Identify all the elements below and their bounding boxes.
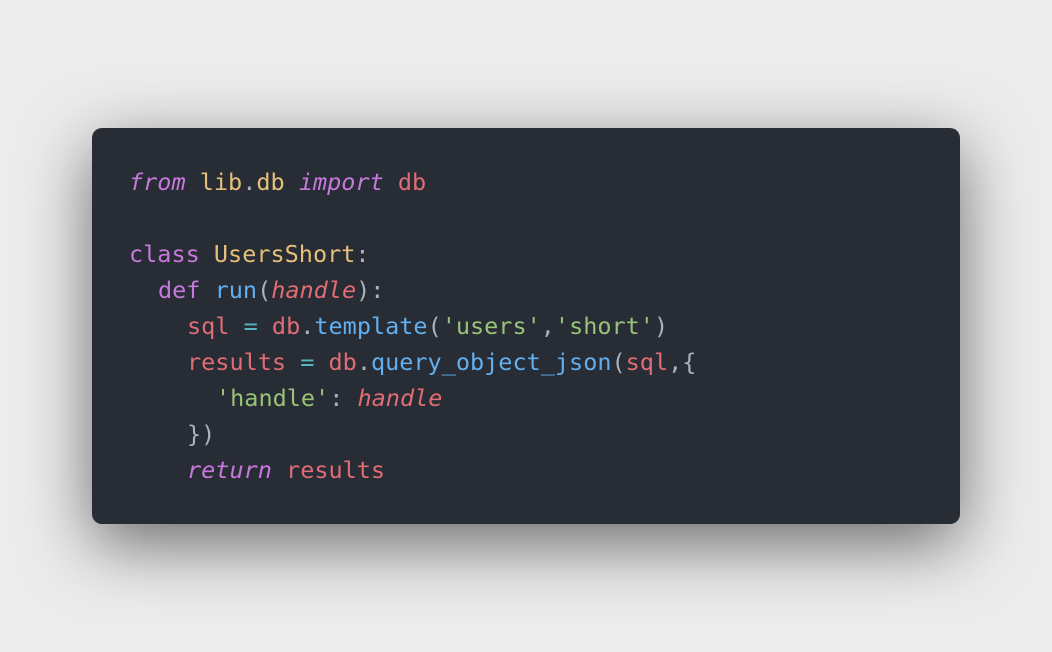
handle-value: handle <box>357 384 443 412</box>
code-line-4: def run(handle): <box>129 272 696 308</box>
variable-results: results <box>187 348 287 376</box>
module-name: lib <box>199 168 243 196</box>
method-query-object-json: query_object_json <box>370 348 612 376</box>
colon: : <box>329 384 344 412</box>
dot: . <box>242 168 257 196</box>
close-paren: ): <box>356 276 385 304</box>
code-line-3: class UsersShort: <box>129 236 696 272</box>
comma: , <box>540 312 555 340</box>
argument-sql: sql <box>625 348 669 376</box>
keyword-return: return <box>187 456 272 484</box>
variable-sql: sql <box>187 312 230 340</box>
code-line-7: 'handle': handle <box>129 380 696 416</box>
string-handle-key: 'handle' <box>216 384 330 412</box>
object-db: db <box>328 348 357 376</box>
close-paren: ) <box>653 312 669 340</box>
keyword-def: def <box>158 276 201 304</box>
code-line-9: return results <box>129 452 696 488</box>
colon: : <box>355 240 370 268</box>
method-template: template <box>314 312 428 340</box>
object-db: db <box>271 312 301 340</box>
code-line-6: results = db.query_object_json(sql,{ <box>129 344 696 380</box>
open-paren: ( <box>257 276 272 304</box>
keyword-from: from <box>129 168 186 196</box>
code-line-8: }) <box>129 416 696 452</box>
assign-operator: = <box>300 348 315 376</box>
open-paren: ( <box>611 348 626 376</box>
comma-brace: ,{ <box>668 348 697 376</box>
code-line-1: from lib.db import db <box>129 164 696 200</box>
assign-operator: = <box>243 312 258 340</box>
return-value: results <box>286 456 386 484</box>
class-name: UsersShort <box>213 240 356 268</box>
parameter: handle <box>271 276 357 304</box>
dot: . <box>356 348 371 376</box>
string-short: 'short' <box>554 312 654 340</box>
code-line-5: sql = db.template('users','short') <box>129 308 696 344</box>
imported-name: db <box>397 168 427 196</box>
keyword-import: import <box>298 168 384 196</box>
string-users: 'users' <box>441 312 541 340</box>
dot: . <box>300 312 315 340</box>
code-block: from lib.db import db class UsersShort: … <box>129 164 696 488</box>
code-snippet-card: from lib.db import db class UsersShort: … <box>92 128 960 524</box>
keyword-class: class <box>129 240 200 268</box>
submodule-name: db <box>256 168 285 196</box>
close-brace-paren: }) <box>187 420 216 448</box>
function-name: run <box>214 276 258 304</box>
open-paren: ( <box>427 312 442 340</box>
